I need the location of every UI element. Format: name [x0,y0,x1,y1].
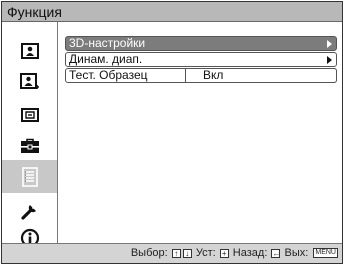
menu-title: Функция [2,2,342,22]
sidebar-item-picture[interactable] [2,36,57,65]
submenu-arrow-icon [327,56,332,64]
test-pattern-value[interactable]: Вкл [185,68,337,83]
sidebar-item-screen[interactable] [2,100,57,129]
menu-item-3d-settings[interactable]: 3D-настройки [65,36,337,51]
arrow-left-key-icon: ← [271,248,281,258]
sidebar-item-advanced-picture[interactable] [2,67,57,96]
menu-item-test-pattern[interactable]: Тест. Образец Вкл [65,68,337,83]
exit-hint: Вых: MENU [284,247,338,259]
setup-icon [20,138,39,153]
set-hint: Уст: + [196,244,230,263]
screen-icon [20,107,39,122]
sidebar-item-installation[interactable] [2,196,57,225]
arrow-down-key-icon: ↓ [182,248,192,258]
menu-key-icon: MENU [313,248,338,259]
sidebar-item-function[interactable] [2,160,57,193]
menu-item-dynamic-range[interactable]: Динам. диап. [65,52,337,67]
arrow-up-key-icon: ↑ [171,248,181,258]
function-icon [21,166,38,187]
menu-item-label: 3D-настройки [69,36,146,50]
back-hint: Назад: ← [232,247,281,259]
submenu-arrow-icon [327,40,332,48]
advanced-picture-icon [19,72,39,89]
sidebar [2,22,58,247]
wrench-icon [20,204,36,220]
sidebar-item-setup[interactable] [2,131,57,160]
menu-list: 3D-настройки Динам. диап. Тест. Образец … [65,36,337,84]
osd-menu-window: Функция 3D-настройки Динам. диап. Тест. … [1,1,343,264]
menu-item-label: Динам. диап. [69,52,143,66]
picture-icon [20,42,39,59]
select-hint: Выбор: ↑ ↓ [131,244,193,263]
menu-item-label: Тест. Образец [69,68,148,82]
enter-key-icon: + [219,248,229,258]
status-bar: Выбор: ↑ ↓ Уст: + Назад: ← Вых: MENU [2,243,342,263]
